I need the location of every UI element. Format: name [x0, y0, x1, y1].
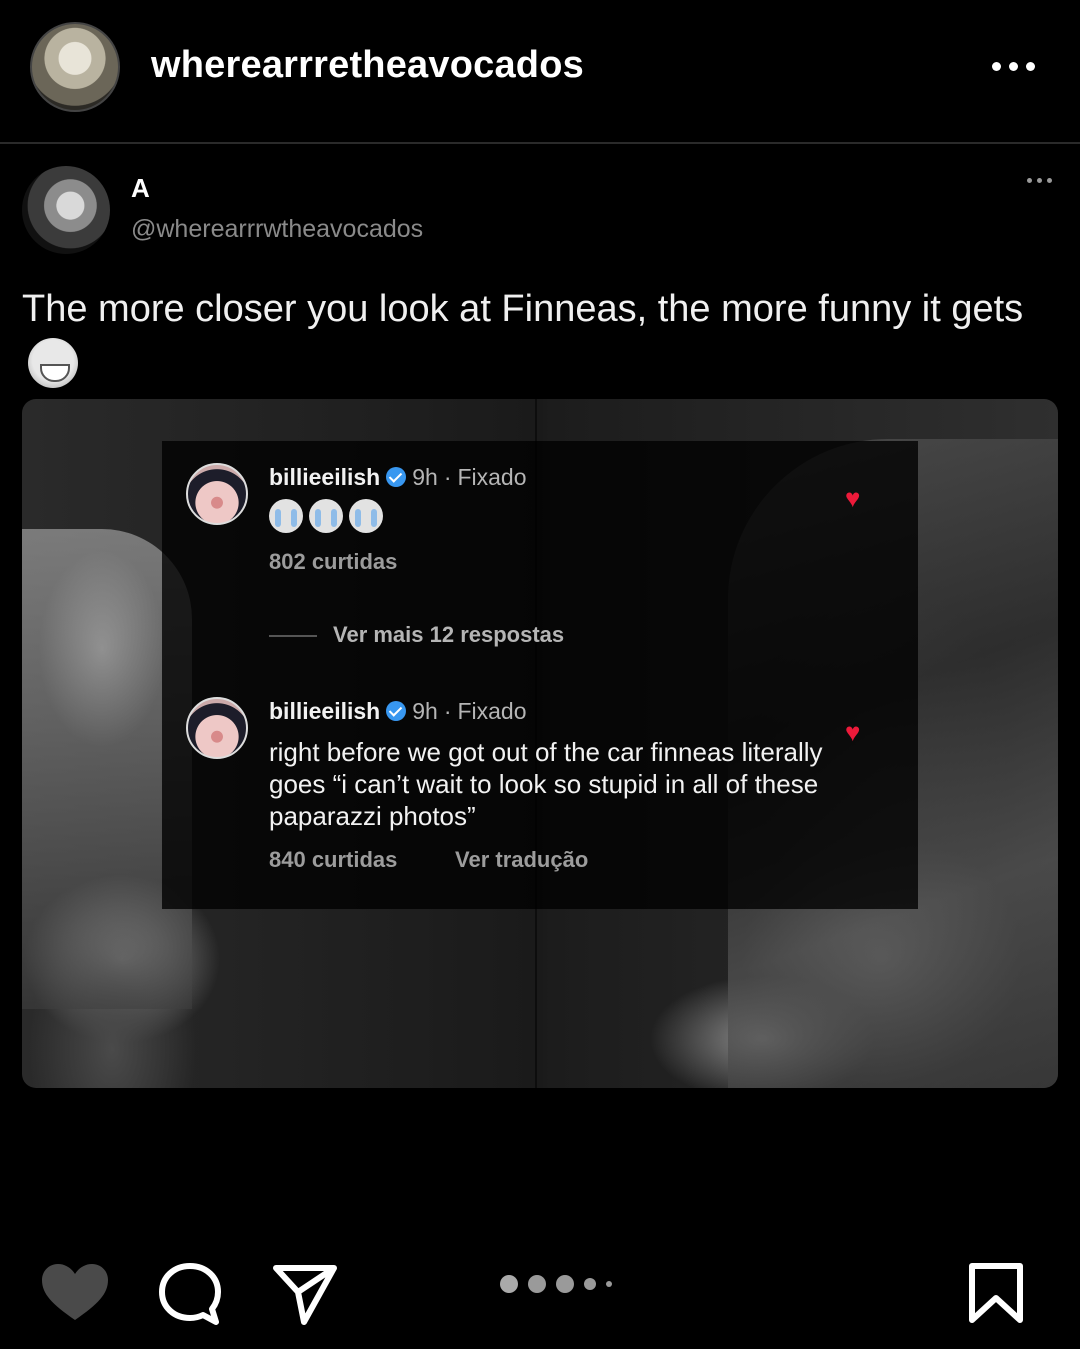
comment-avatar — [186, 697, 248, 759]
tweet-display-name: A — [131, 173, 150, 203]
crying-face-icon — [269, 499, 303, 533]
comment-header: billieeilish 9h · Fixado — [269, 698, 527, 725]
share-icon[interactable] — [272, 1262, 338, 1326]
verified-badge-icon — [386, 700, 407, 721]
carousel-dot — [528, 1275, 546, 1293]
tweet-text-content: The more closer you look at Finneas, the… — [22, 288, 1024, 330]
like-heart-icon[interactable]: ♥ — [845, 483, 860, 514]
comment-likes[interactable]: 802 curtidas — [269, 549, 397, 575]
verified-badge-icon — [386, 466, 407, 487]
carousel-dot — [584, 1278, 596, 1290]
header-divider — [0, 142, 1080, 144]
tweet-handle: @wherearrrwtheavocados — [131, 215, 424, 243]
post-header: wherearrretheavocados — [0, 0, 1080, 142]
comment-time: 9h — [412, 698, 438, 724]
pinned-label: Fixado — [457, 698, 527, 724]
carousel-dot — [556, 1275, 574, 1293]
instagram-post: wherearrretheavocados A @wherearrrwtheav… — [0, 0, 1080, 1349]
crying-face-icon — [349, 499, 383, 533]
more-options-icon[interactable] — [992, 52, 1040, 80]
heart-icon[interactable] — [40, 1262, 110, 1324]
dot-separator: · — [443, 464, 452, 490]
comment-time: 9h — [412, 464, 438, 490]
tweet-avatar — [22, 166, 110, 254]
tweet-more-icon — [1027, 178, 1052, 183]
comment-username: billieeilish — [269, 698, 381, 724]
laughing-emoji-icon — [28, 337, 78, 388]
like-heart-icon[interactable]: ♥ — [845, 717, 860, 748]
carousel-dot — [500, 1275, 518, 1293]
see-translation-link[interactable]: Ver tradução — [455, 847, 588, 873]
profile-avatar[interactable] — [30, 22, 120, 112]
carousel-dot — [606, 1281, 612, 1287]
crying-face-icon — [309, 499, 343, 533]
comment-header: billieeilish 9h · Fixado — [269, 464, 527, 491]
comment-username: billieeilish — [269, 464, 381, 490]
view-more-replies[interactable]: Ver mais 12 respostas — [333, 622, 564, 648]
carousel-indicator — [500, 1275, 612, 1293]
replies-divider — [269, 635, 317, 637]
comment-body: right before we got out of the car finne… — [269, 737, 823, 831]
comment-emojis — [269, 499, 383, 533]
comments-overlay: billieeilish 9h · Fixado ♥ 802 curtidas Ver… — [162, 441, 918, 909]
comment-icon[interactable] — [158, 1262, 222, 1326]
tweet-text: The more closer you look at Finneas, the… — [22, 281, 1052, 393]
comment-avatar — [186, 463, 248, 525]
pinned-label: Fixado — [457, 464, 527, 490]
comment-likes[interactable]: 840 curtidas — [269, 847, 397, 873]
dot-separator: · — [443, 698, 452, 724]
post-username[interactable]: wherearrretheavocados — [151, 44, 584, 87]
bookmark-icon[interactable] — [968, 1262, 1024, 1324]
